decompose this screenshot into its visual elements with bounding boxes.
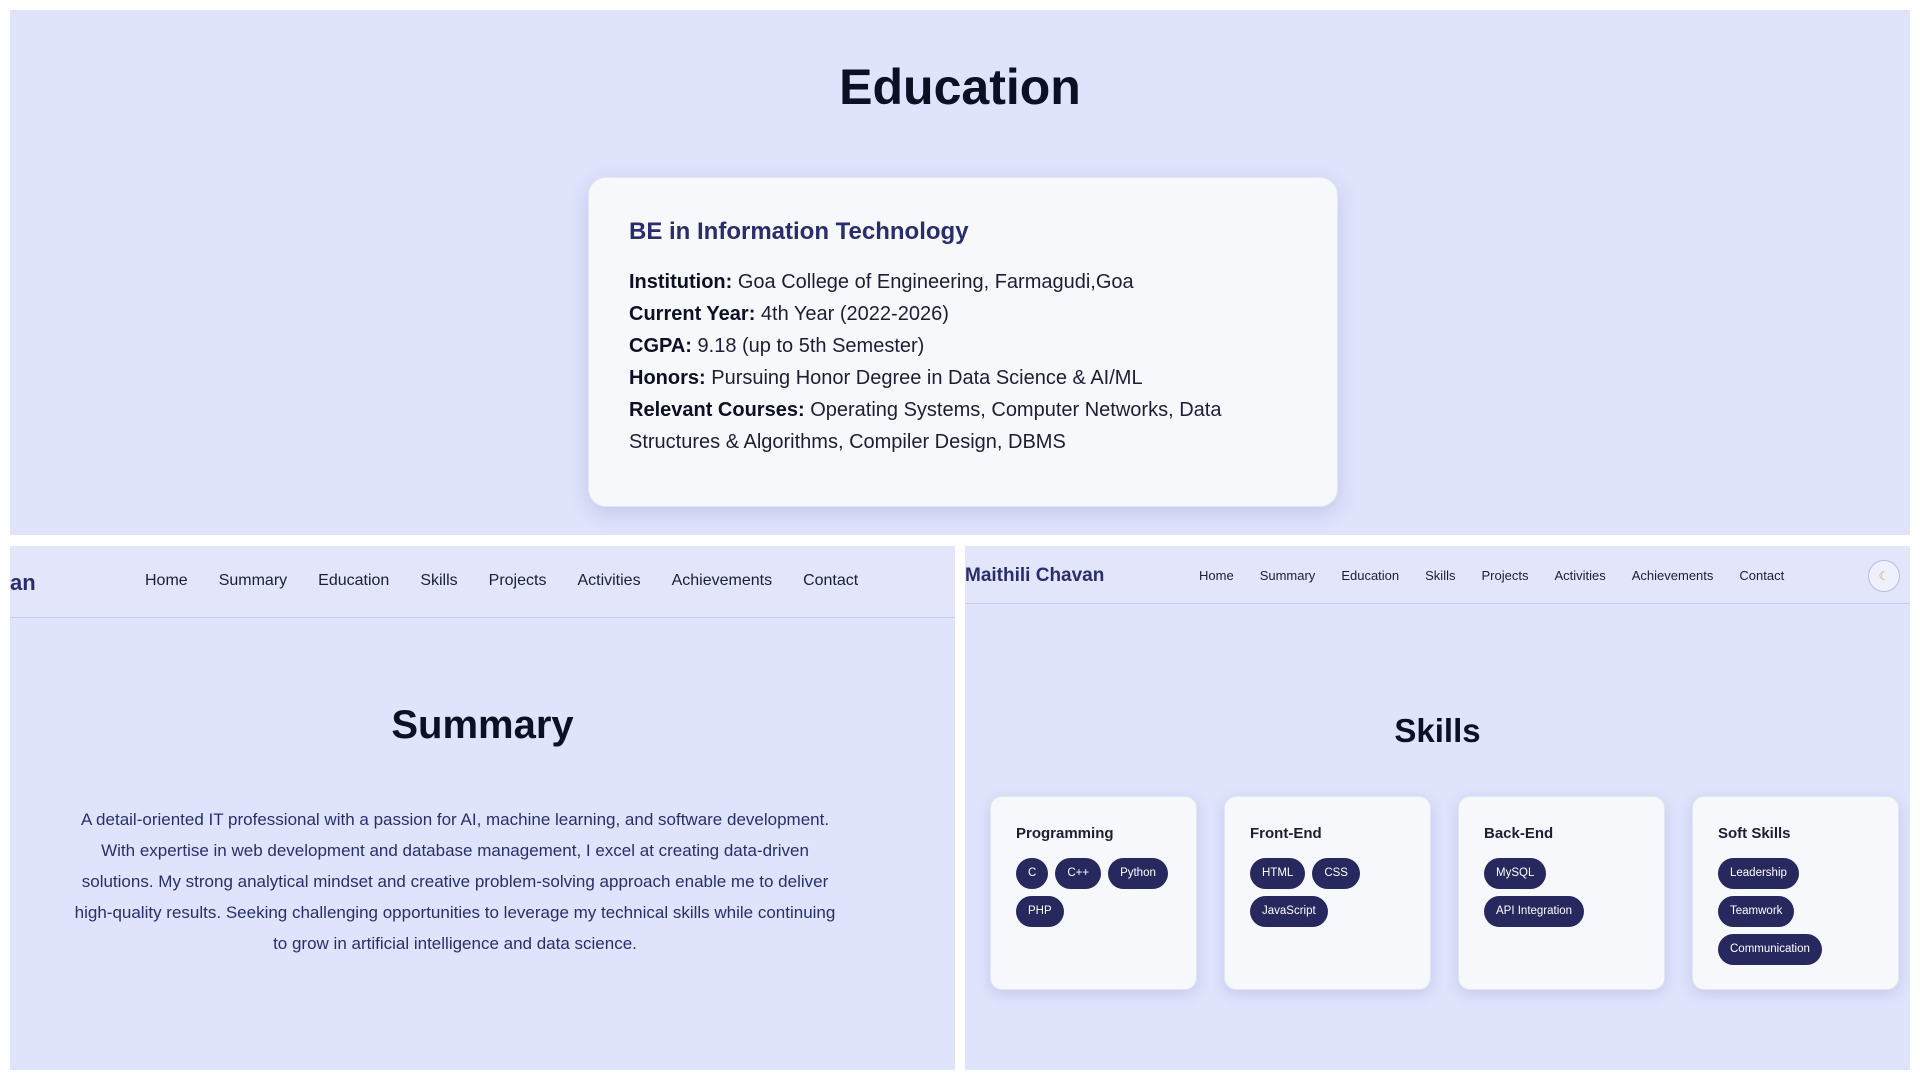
education-title: Education [839,59,1081,115]
nav-links: Home Summary Education Skills Projects A… [145,572,858,590]
nav-achievements[interactable]: Achievements [1632,568,1714,583]
cgpa-label: CGPA: [629,335,692,357]
summary-line: high-quality results. Seeking challengin… [74,903,836,922]
skill-chip: JavaScript [1250,896,1328,927]
nav-skills[interactable]: Skills [1425,568,1455,583]
degree-title: BE in Information Technology [629,218,969,245]
skill-card-front-end: Front-End HTML CSS JavaScript [1224,796,1431,990]
current-year-label: Current Year: [629,303,756,325]
nav-home[interactable]: Home [145,572,188,590]
honors-label: Honors: [629,367,706,389]
summary-screenshot: an Home Summary Education Skills Project… [10,546,955,1070]
navbar: an Home Summary Education Skills Project… [10,546,955,618]
nav-activities[interactable]: Activities [1554,568,1605,583]
skill-card-title: Front-End [1250,825,1322,842]
honors-row: Honors: Pursuing Honor Degree in Data Sc… [629,362,1297,394]
nav-contact[interactable]: Contact [1739,568,1784,583]
nav-contact[interactable]: Contact [803,572,858,590]
skill-chip: MySQL [1484,858,1547,889]
courses-value-line2: Structures & Algorithms, Compiler Design… [629,431,1066,453]
skill-chip-list: C C++ Python PHP [1016,858,1176,927]
nav-links: Home Summary Education Skills Projects A… [1199,568,1784,583]
brand-name[interactable]: Maithili Chavan [965,565,1104,587]
skill-chip: Python [1108,858,1168,889]
skill-chip: Leadership [1718,858,1799,889]
moon-icon: ☾ [1878,569,1890,583]
institution-value: Goa College of Engineering, Farmagudi,Go… [737,271,1134,293]
skill-chip-list: HTML CSS JavaScript [1250,858,1410,927]
nav-home[interactable]: Home [1199,568,1234,583]
courses-value-line1: Operating Systems, Computer Networks, Da… [810,399,1222,421]
skill-chip: Teamwork [1718,896,1795,927]
summary-title: Summary [391,703,574,747]
summary-line: solutions. My strong analytical mindset … [81,872,829,891]
nav-projects[interactable]: Projects [1481,568,1528,583]
summary-line: to grow in artificial intelligence and d… [273,934,637,953]
current-year-row: Current Year: 4th Year (2022-2026) [629,298,1297,330]
nav-summary[interactable]: Summary [219,572,287,590]
institution-row: Institution: Goa College of Engineering,… [629,266,1297,298]
skill-card-soft-skills: Soft Skills Leadership Teamwork Communic… [1692,796,1899,990]
skill-chip: PHP [1016,896,1064,927]
skill-chip: C [1016,858,1049,889]
summary-line: A detail-oriented IT professional with a… [80,810,830,829]
current-year-value: 4th Year (2022-2026) [760,303,949,325]
courses-label: Relevant Courses: [629,399,805,421]
cgpa-row: CGPA: 9.18 (up to 5th Semester) [629,330,1297,362]
nav-projects[interactable]: Projects [489,572,547,590]
nav-summary[interactable]: Summary [1260,568,1316,583]
nav-achievements[interactable]: Achievements [672,572,773,590]
skill-chip: API Integration [1484,896,1585,927]
skills-screenshot: Maithili Chavan Home Summary Education S… [965,546,1910,1070]
nav-activities[interactable]: Activities [577,572,640,590]
cgpa-value: 9.18 (up to 5th Semester) [697,335,925,357]
brand-name[interactable]: an [10,570,36,596]
skill-chip: Communication [1718,934,1822,965]
skill-card-title: Soft Skills [1718,825,1791,842]
theme-toggle-button[interactable]: ☾ [1868,560,1900,592]
nav-education[interactable]: Education [1341,568,1399,583]
skill-chip-list: MySQL API Integration [1484,858,1644,927]
skill-card-title: Programming [1016,825,1114,842]
nav-education[interactable]: Education [318,572,389,590]
nav-skills[interactable]: Skills [420,572,457,590]
skill-card-back-end: Back-End MySQL API Integration [1458,796,1665,990]
education-section: Education BE in Information Technology I… [10,10,1910,535]
courses-row: Relevant Courses: Operating Systems, Com… [629,394,1297,426]
skills-title: Skills [1394,712,1481,749]
honors-value: Pursuing Honor Degree in Data Science & … [711,367,1143,389]
skill-card-title: Back-End [1484,825,1554,842]
institution-label: Institution: [629,271,733,293]
navbar: Maithili Chavan Home Summary Education S… [965,546,1910,604]
skill-chip: HTML [1250,858,1306,889]
skill-chip: C++ [1055,858,1102,889]
education-card: BE in Information Technology Institution… [588,177,1338,507]
courses-row-continued: Structures & Algorithms, Compiler Design… [629,426,1297,458]
skill-chip-list: Leadership Teamwork Communication [1718,858,1878,965]
skill-card-programming: Programming C C++ Python PHP [990,796,1197,990]
summary-paragraph: A detail-oriented IT professional with a… [50,804,860,959]
skill-chip: CSS [1312,858,1360,889]
summary-line: With expertise in web development and da… [101,841,809,860]
